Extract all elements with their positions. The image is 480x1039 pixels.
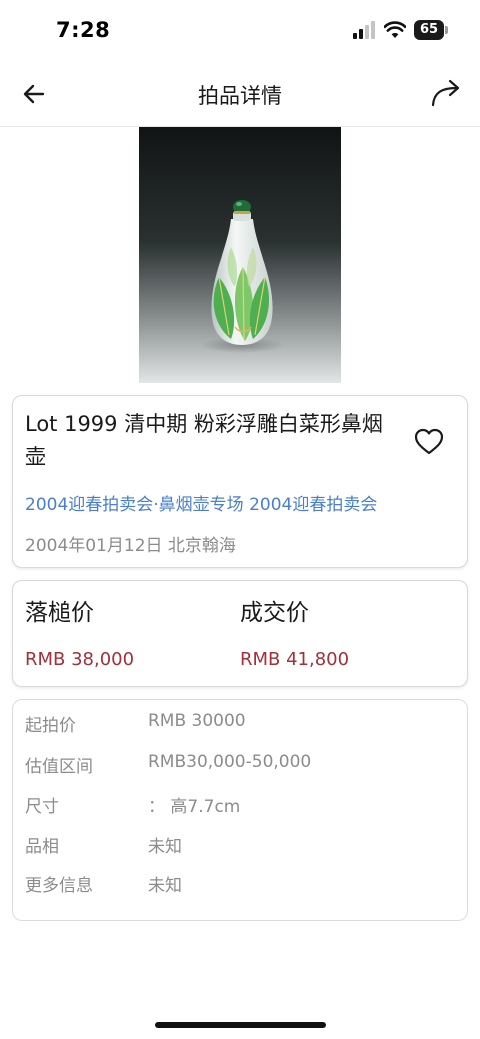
info-value: RMB30,000-50,000 <box>148 752 312 772</box>
info-key: 起拍价 <box>25 716 76 736</box>
info-value: ： 高7.7cm <box>148 797 241 817</box>
lot-image[interactable] <box>139 127 341 383</box>
hammer-price-label: 落槌价 <box>25 600 94 626</box>
lot-info-card: 起拍价 RMB 30000 估值区间 RMB30,000-50,000 尺寸 ：… <box>12 699 468 921</box>
sale-name-link[interactable]: 2004迎春拍卖会·鼻烟壶专场 2004迎春拍卖会 <box>25 490 377 515</box>
info-key: 更多信息 <box>25 876 93 896</box>
info-row-starting-price: 起拍价 RMB 30000 <box>25 711 455 737</box>
info-row-dimensions: 尺寸 ： 高7.7cm <box>25 792 455 818</box>
cellular-signal-icon <box>353 21 375 39</box>
share-arrow-icon[interactable] <box>428 75 464 111</box>
final-price-block: 成交价 RMB 41,800 <box>240 593 440 670</box>
page-title: 拍品详情 <box>198 84 282 108</box>
battery-level: 65 <box>414 20 444 40</box>
status-bar: 7:28 65 <box>0 0 480 60</box>
info-key: 品相 <box>25 837 59 857</box>
lot-title: Lot 1999 清中期 粉彩浮雕白菜形鼻烟壶 <box>25 412 383 469</box>
info-key: 尺寸 <box>25 797 59 817</box>
battery-icon: 65 <box>414 20 448 40</box>
hammer-price-block: 落槌价 RMB 38,000 <box>25 593 225 670</box>
info-row-condition: 品相 未知 <box>25 832 455 858</box>
nav-bar: 拍品详情 <box>0 60 480 127</box>
status-time: 7:28 <box>56 18 111 42</box>
price-card: 落槌价 RMB 38,000 成交价 RMB 41,800 <box>12 580 468 687</box>
wifi-icon <box>384 21 406 38</box>
info-row-estimate: 估值区间 RMB30,000-50,000 <box>25 752 455 778</box>
sale-date-location: 2004年01月12日 北京翰海 <box>25 536 236 556</box>
info-row-more-info: 更多信息 未知 <box>25 871 455 897</box>
final-price-label: 成交价 <box>240 600 309 626</box>
info-value: 未知 <box>148 876 182 896</box>
lot-title-card: Lot 1999 清中期 粉彩浮雕白菜形鼻烟壶 2004迎春拍卖会·鼻烟壶专场 … <box>12 395 468 568</box>
info-value: 未知 <box>148 837 182 857</box>
final-price-value: RMB 41,800 <box>240 649 350 670</box>
heart-outline-icon[interactable] <box>413 426 445 458</box>
home-indicator[interactable] <box>155 1022 326 1028</box>
hammer-price-value: RMB 38,000 <box>25 649 135 670</box>
status-icons: 65 <box>352 20 448 40</box>
info-value: RMB 30000 <box>148 711 246 731</box>
info-key: 估值区间 <box>25 757 93 777</box>
